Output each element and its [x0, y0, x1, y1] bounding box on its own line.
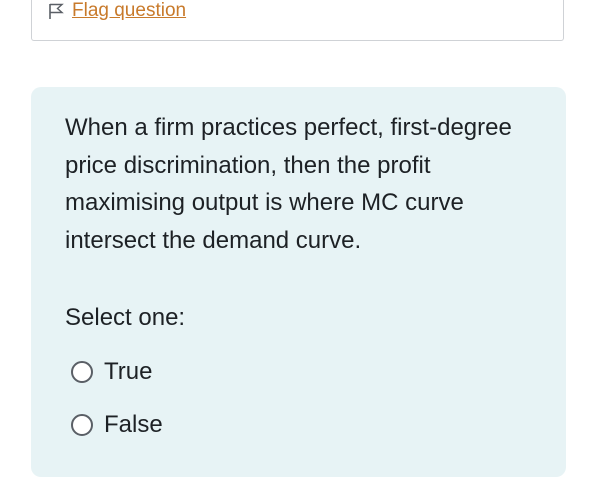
question-text: When a firm practices perfect, first-deg… [65, 114, 512, 254]
radio-false[interactable] [71, 413, 93, 436]
flag-icon [46, 1, 66, 21]
option-false[interactable]: False [71, 398, 536, 451]
option-true-label[interactable]: True [104, 358, 152, 386]
question-text-panel: When a firm practices perfect, first-deg… [31, 87, 566, 477]
select-one-prompt: Select one: [65, 304, 186, 331]
flag-question-label[interactable]: Flag question [72, 0, 186, 22]
answer-options: True False [71, 345, 536, 451]
flag-question-container: Flag question [31, 0, 564, 41]
option-false-label[interactable]: False [104, 411, 163, 439]
radio-true[interactable] [71, 360, 93, 383]
flag-question-link[interactable]: Flag question [46, 0, 186, 22]
option-true[interactable]: True [71, 345, 536, 398]
